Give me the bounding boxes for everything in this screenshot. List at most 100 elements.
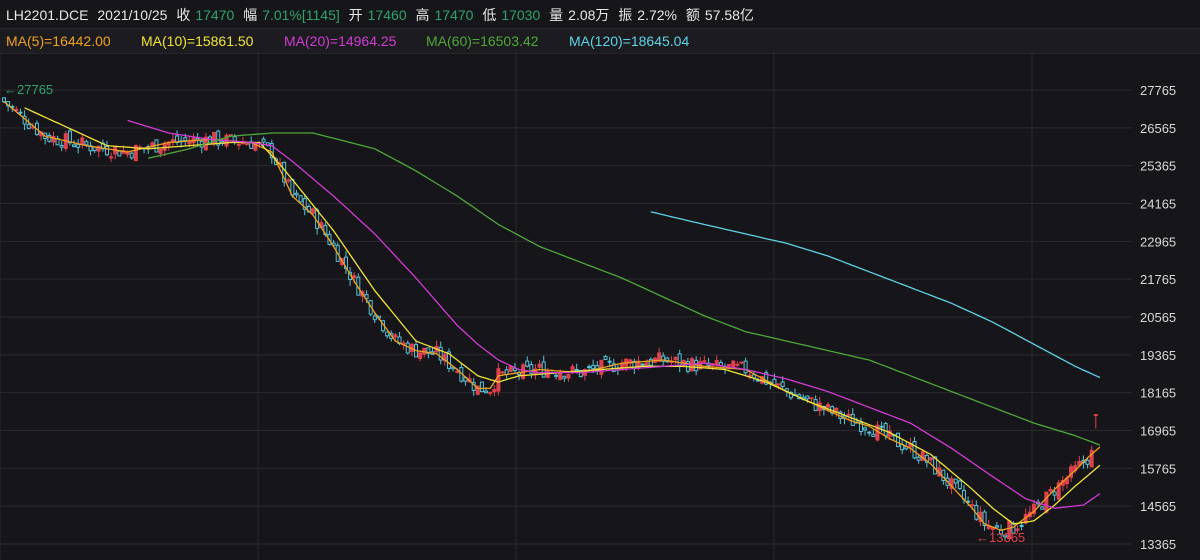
candle-body [245,143,250,146]
candle-body [929,457,933,461]
candle-body [76,143,81,148]
candle-body [731,360,736,368]
high-label: 高 [415,7,430,23]
change-label: 幅 [243,7,258,23]
ma20-line [127,119,1101,509]
y-tick-label: 15765 [1140,461,1176,476]
candle-body [673,356,678,361]
candle-body [80,137,85,146]
candle-body [385,331,390,337]
candlestick-chart: 27765 26565 25365 24165 22965 21765 20565 19365… [0,52,1176,560]
grid [0,52,1132,560]
candle-body [18,111,23,114]
open-value: 17460 [367,7,407,23]
candle-body [850,413,855,426]
y-tick-label: 20565 [1140,310,1176,325]
candle-body [311,208,315,214]
candle-body [554,374,559,377]
candle-body [714,360,719,366]
candle-body [393,334,398,338]
y-tick-label: 22965 [1140,234,1176,249]
candle-body [405,342,410,354]
candle-body [537,363,542,368]
candle-body [484,390,489,394]
candle-body [286,179,291,182]
amplitude-label: 振 [618,7,633,23]
ma60-legend: MA(60)=16503.42 [426,33,539,49]
ma120-line [650,211,1101,379]
candle-body [743,360,748,374]
candle-body [105,146,109,156]
candle-body [183,137,188,142]
date: 2021/10/25 [97,7,168,23]
candle-body [525,360,530,367]
volume-label: 量 [549,7,564,23]
candle-body [558,373,563,380]
candle-body [117,150,122,157]
candle-body [912,441,917,459]
candle-body [158,148,163,155]
candle-body [953,478,958,484]
y-tick-label: 13365 [1140,537,1176,552]
y-tick-label: 18165 [1140,386,1176,401]
candle-body [846,413,851,416]
candle-body [591,364,596,370]
close-value: 17470 [195,7,235,23]
candle-body [607,360,612,363]
y-axis: 27765 26565 25365 24165 22965 21765 20565 19365… [1140,83,1176,552]
candle-body [735,363,740,366]
candle-body [780,381,785,388]
candle-body [109,156,114,159]
y-tick-label: 14565 [1140,499,1176,514]
y-tick-label: 16965 [1140,424,1176,439]
candle-body [84,141,89,146]
low-value: 17030 [501,7,541,23]
candle-body [372,315,377,321]
candle-body [508,366,513,372]
candle-body [129,152,134,159]
candles [2,97,1098,541]
high-marker-label: ←27765 [4,82,53,97]
candle-body [298,195,303,203]
ma120-legend: MA(120)=18645.04 [569,33,690,49]
candle-body [587,366,592,369]
ma10-legend: MA(10)=15861.50 [141,33,254,49]
y-tick-label: 27765 [1140,83,1176,98]
turnover-value: 57.58亿 [704,7,754,23]
candle-body [418,352,423,360]
y-tick-label: 19365 [1140,348,1176,363]
candle-body [879,425,884,428]
candle-body [455,370,460,373]
candle-body [566,373,571,379]
change-value: 7.01%[1145] [262,7,340,23]
high-value: 17470 [434,7,474,23]
candle-body [727,364,732,367]
amplitude-value: 2.72% [637,7,677,23]
candle-body [26,123,31,129]
candle-body [496,368,501,392]
candle-body [1048,488,1053,492]
candle-body [883,423,888,437]
ma5-legend: MA(5)=16442.00 [6,33,111,49]
candle-body [212,131,217,145]
close-label: 收 [176,7,191,23]
candle-body [994,525,999,528]
candle-body [957,480,962,490]
candle-body [479,381,484,393]
candle-body [1085,459,1090,465]
candle-body [681,359,686,364]
candle-body [72,144,77,148]
candle-body [294,192,299,196]
candle-body [1040,506,1045,510]
candle-body [970,504,975,507]
quote-header: LH2201.DCE 2021/10/25 收 17470 幅 7.01%[1145… [0,0,1200,28]
y-tick-label: 24165 [1140,197,1176,212]
candle-body [236,143,241,146]
candle-body [1044,491,1049,513]
candle-body [871,433,876,437]
low-label: 低 [482,7,497,23]
candle-body [603,356,608,360]
candle-body [896,432,901,448]
candle-body [570,366,575,372]
y-tick-label: 26565 [1140,121,1176,136]
